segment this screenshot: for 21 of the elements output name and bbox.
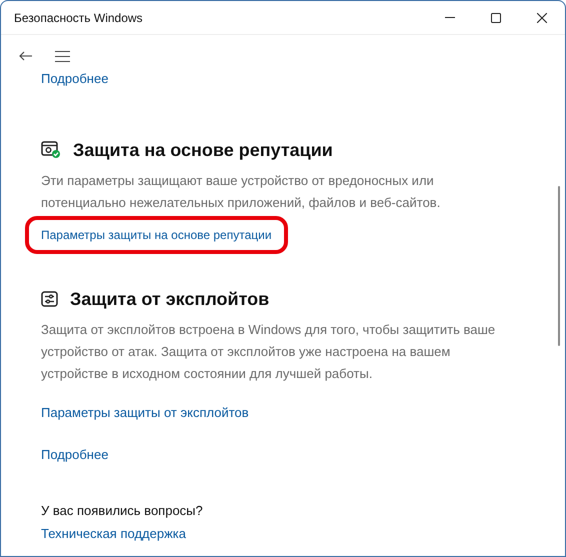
window-title: Безопасность Windows <box>14 10 143 26</box>
close-icon <box>537 12 547 22</box>
back-button[interactable] <box>18 49 32 63</box>
settings-link[interactable]: Параметры защиты на основе репутации <box>25 216 288 254</box>
learn-more-link[interactable]: Подробнее <box>41 69 108 88</box>
section-description: Эти параметры защищают ваше устройство от вредоносных или потенциально нежелательных приложений, файлов и веб-сайтов. <box>41 172 442 212</box>
settings-link[interactable]: Параметры защиты от эксплойтов <box>41 402 249 422</box>
app-check-icon <box>41 141 61 159</box>
section-description: Защита от эксплойтов встроена в Windows для того, чтобы защитить ваше устройство от атак. Защита от эксплойтов уже настроена на вашем устройстве в исходном состоянии для лучшей работы. <box>41 320 496 383</box>
settings-link[interactable]: Подробнее <box>41 445 108 464</box>
menu-button[interactable] <box>54 49 70 63</box>
scrollbar-thumb[interactable] <box>558 186 560 346</box>
minimize-icon <box>445 17 455 18</box>
questions-heading: У вас появились вопросы? <box>41 502 204 520</box>
section-heading: Защита на основе репутации <box>73 138 333 162</box>
back-arrow-icon <box>18 51 32 61</box>
sliders-icon <box>41 291 58 307</box>
section-heading: Защита от эксплойтов <box>70 288 270 311</box>
menu-icon <box>54 50 70 62</box>
maximize-icon <box>491 12 501 22</box>
support-link[interactable]: Техническая поддержка <box>41 524 186 544</box>
